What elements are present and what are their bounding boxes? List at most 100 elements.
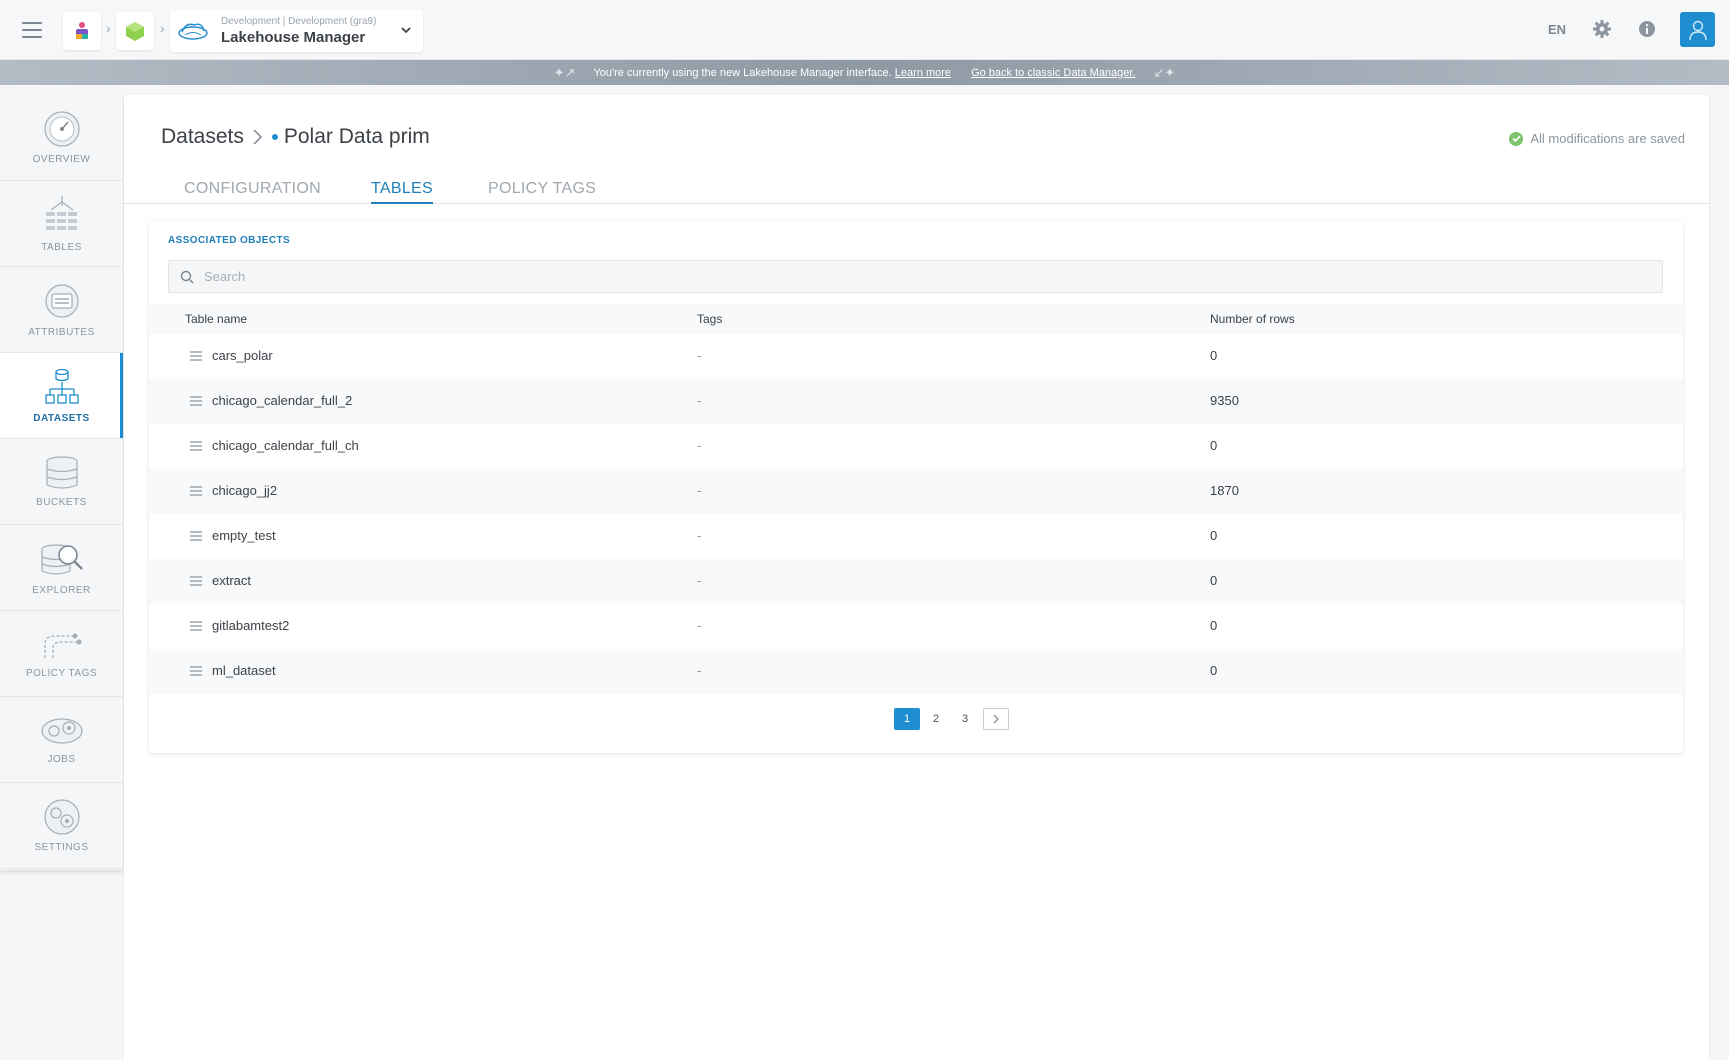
save-status-text: All modifications are saved — [1530, 131, 1685, 146]
home-logo-button[interactable] — [63, 12, 101, 50]
sidebar-item-datasets[interactable]: DATASETS — [0, 353, 123, 439]
table-row[interactable]: ml_dataset - 0 — [149, 649, 1683, 694]
sidebar-item-label: OVERVIEW — [32, 154, 91, 165]
policy-tags-icon — [43, 633, 81, 658]
sidebar-item-policy-tags[interactable]: POLICY TAGS — [0, 611, 123, 697]
gauge-icon — [43, 111, 80, 147]
project-button[interactable] — [116, 12, 154, 50]
learn-more-link[interactable]: Learn more — [895, 67, 951, 79]
table-row-count: 1870 — [1210, 483, 1239, 498]
table-row[interactable]: extract - 0 — [149, 559, 1683, 604]
table-row-count: 9350 — [1210, 393, 1239, 408]
table-tags: - — [697, 663, 702, 678]
table-body: cars_polar - 0 chicago_calendar_full_2 -… — [149, 334, 1683, 694]
tab-configuration[interactable]: CONFIGURATION — [184, 180, 321, 204]
table-icon — [190, 621, 202, 631]
table-tags: - — [697, 618, 702, 633]
jobs-icon — [40, 718, 83, 744]
table-name: chicago_calendar_full_ch — [212, 438, 359, 453]
classic-data-manager-link[interactable]: Go back to classic Data Manager. — [971, 67, 1135, 79]
sidebar-item-tables[interactable]: TABLES — [0, 181, 123, 267]
table-name: chicago_jj2 — [212, 483, 278, 498]
logo-icon — [76, 22, 88, 39]
next-page-button[interactable] — [983, 708, 1009, 730]
table-icon — [190, 576, 202, 586]
sidebar-item-label: TABLES — [41, 242, 82, 253]
sidebar: OVERVIEW TABLES ATTRIBUTES DATASETS BUCK… — [0, 95, 123, 870]
sidebar-item-label: BUCKETS — [36, 497, 87, 508]
chevron-right-icon — [253, 129, 262, 145]
sidebar-item-explorer[interactable]: EXPLORER — [0, 525, 123, 611]
gear-icon[interactable] — [1592, 19, 1612, 39]
breadcrumb: Datasets Polar Data prim — [161, 125, 430, 149]
menu-icon[interactable] — [22, 22, 42, 38]
check-circle-icon — [1509, 131, 1524, 146]
app-selector[interactable]: Development | Development (gra9) Lakehou… — [170, 10, 423, 52]
search-input[interactable] — [204, 261, 1644, 292]
breadcrumb-datasets-link[interactable]: Datasets — [161, 125, 244, 149]
table-tags: - — [697, 483, 702, 498]
sidebar-item-settings[interactable]: SETTINGS — [0, 783, 123, 869]
sidebar-item-label: SETTINGS — [34, 842, 89, 853]
table-icon — [190, 531, 202, 541]
associated-objects-card: ASSOCIATED OBJECTS Table name Tags Numbe… — [149, 221, 1683, 753]
table-name: ml_dataset — [212, 663, 276, 678]
user-avatar[interactable] — [1680, 12, 1715, 47]
tables-icon — [45, 196, 77, 230]
table-name: extract — [212, 573, 252, 588]
breadcrumb-chevron-icon: › — [106, 20, 111, 36]
table-icon — [190, 396, 202, 406]
info-icon[interactable] — [1638, 20, 1656, 38]
table-row[interactable]: gitlabamtest2 - 0 — [149, 604, 1683, 649]
datasets-icon — [44, 368, 79, 404]
page-button-1[interactable]: 1 — [894, 708, 920, 730]
table-row-count: 0 — [1210, 618, 1218, 633]
tab-tables[interactable]: TABLES — [371, 180, 433, 204]
column-header-tags[interactable]: Tags — [697, 312, 722, 326]
page-button-3[interactable]: 3 — [952, 708, 978, 730]
sidebar-item-jobs[interactable]: JOBS — [0, 697, 123, 783]
language-selector[interactable]: EN — [1548, 22, 1566, 37]
sidebar-item-overview[interactable]: OVERVIEW — [0, 95, 123, 181]
settings-icon — [43, 799, 80, 835]
table-row[interactable]: chicago_jj2 - 1870 — [149, 469, 1683, 514]
tab-policy-tags[interactable]: POLICY TAGS — [488, 180, 596, 204]
table-name: chicago_calendar_full_2 — [212, 393, 353, 408]
table-name: empty_test — [212, 528, 276, 543]
explorer-icon — [40, 544, 83, 575]
column-header-table-name[interactable]: Table name — [185, 312, 247, 326]
table-icon — [190, 486, 202, 496]
save-status: All modifications are saved — [1509, 131, 1685, 146]
cube-icon — [126, 22, 144, 41]
chevron-right-icon — [993, 714, 999, 724]
sidebar-item-buckets[interactable]: BUCKETS — [0, 439, 123, 525]
column-header-number-of-rows[interactable]: Number of rows — [1210, 312, 1295, 326]
search-icon — [180, 270, 194, 284]
sidebar-item-attributes[interactable]: ATTRIBUTES — [0, 267, 123, 353]
table-row-count: 0 — [1210, 438, 1218, 453]
table-row[interactable]: cars_polar - 0 — [149, 334, 1683, 379]
table-row[interactable]: chicago_calendar_full_ch - 0 — [149, 424, 1683, 469]
sparkle-arrow-icon: ✦↗ — [553, 64, 576, 80]
table-name: gitlabamtest2 — [212, 618, 290, 633]
pagination: 1 2 3 — [894, 708, 1012, 730]
breadcrumb-chevron-icon: › — [160, 20, 165, 36]
table-tags: - — [697, 438, 702, 453]
sidebar-item-label: EXPLORER — [32, 585, 91, 596]
card-title: ASSOCIATED OBJECTS — [168, 235, 291, 246]
table-tags: - — [697, 573, 702, 588]
sidebar-item-label: ATTRIBUTES — [28, 327, 95, 338]
table-row[interactable]: chicago_calendar_full_2 - 9350 — [149, 379, 1683, 424]
table-tags: - — [697, 528, 702, 543]
interface-banner: ✦↗ You're currently using the new Lakeho… — [0, 60, 1729, 85]
table-row[interactable]: empty_test - 0 — [149, 514, 1683, 559]
bucket-icon — [45, 456, 78, 489]
page-button-2[interactable]: 2 — [923, 708, 949, 730]
app-title: Lakehouse Manager — [221, 29, 366, 46]
table-icon — [190, 351, 202, 361]
table-row-count: 0 — [1210, 573, 1218, 588]
table-header: Table name Tags Number of rows — [149, 304, 1683, 334]
banner-message: You're currently using the new Lakehouse… — [593, 66, 892, 79]
sidebar-item-label: POLICY TAGS — [25, 668, 98, 679]
chevron-down-icon — [401, 27, 411, 34]
